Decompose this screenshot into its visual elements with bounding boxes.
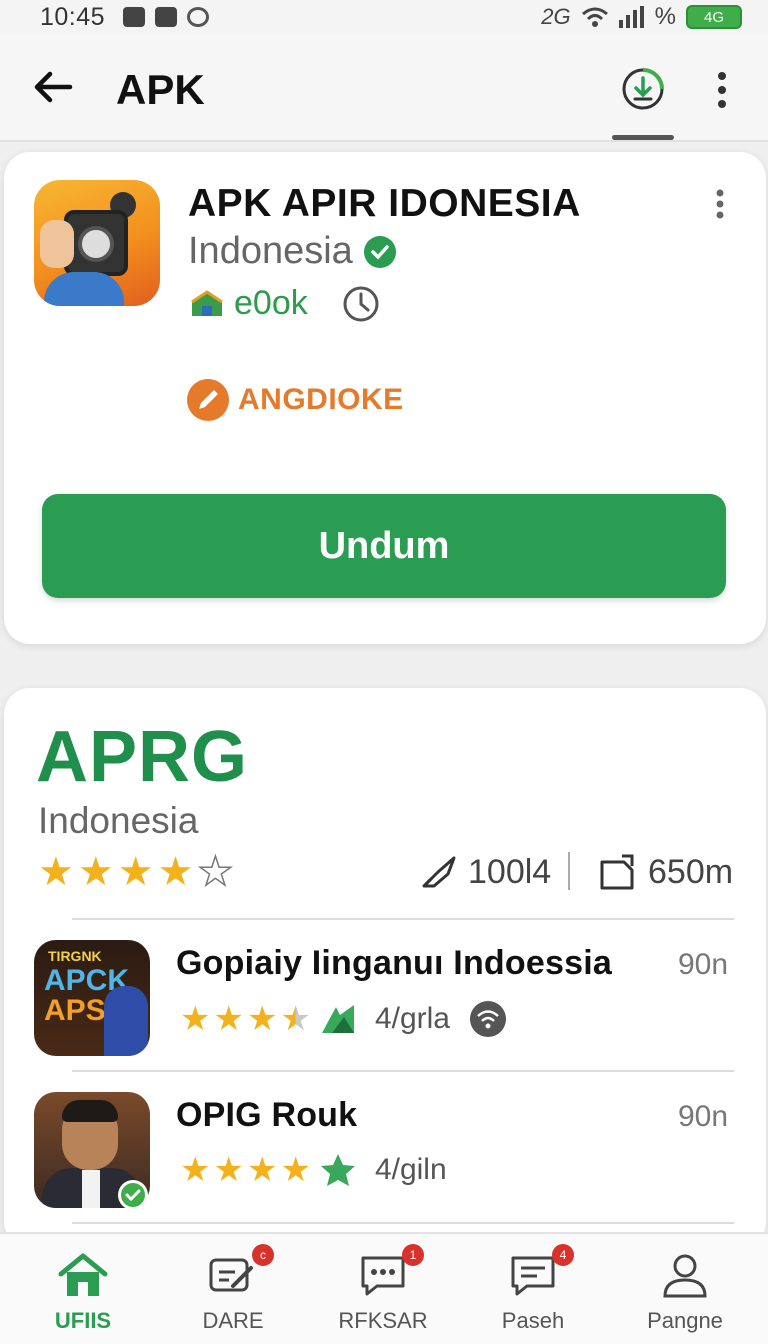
nav-badge: 4 (552, 1244, 574, 1266)
star-icon: ★ (38, 850, 74, 894)
item-size: 90n (678, 1100, 729, 1133)
rocket-icon (422, 856, 456, 888)
nav-label: Paseh (501, 1308, 565, 1333)
file-icon (600, 854, 634, 890)
item-size: 90n (678, 948, 729, 981)
logo-person (44, 272, 124, 306)
nav-label: DARE (202, 1308, 264, 1333)
star-icon: ★ (280, 1151, 311, 1189)
star-icon: ★ (213, 1000, 244, 1038)
item-rating-text: 4/grla (374, 1002, 450, 1035)
nav-item-profile[interactable]: Pangne (608, 1234, 762, 1344)
bar-chart-icon (321, 1005, 354, 1033)
section-rating: ★ ★ ★ ★ ★ (38, 850, 234, 894)
nav-badge: c (252, 1244, 274, 1266)
section-subtitle: Indonesia (38, 800, 199, 841)
divider (72, 1070, 734, 1072)
wifi-icon (469, 1001, 506, 1037)
pencil-icon (187, 379, 229, 421)
install-button[interactable]: Undum (42, 494, 726, 598)
logo-face (40, 220, 74, 268)
signal-icon (618, 6, 644, 28)
star-icon: ★ (157, 850, 194, 894)
active-indicator (612, 135, 674, 140)
thumb-text-bot: APS (44, 994, 106, 1027)
download-progress-icon[interactable] (618, 64, 668, 114)
divider (72, 918, 734, 920)
size-stat: 650m (596, 852, 733, 892)
divider (72, 1222, 734, 1224)
nav-label: UFIIS (54, 1308, 112, 1333)
bottom-navigation: UFIIS c DARE 1 RFKSAR 4 Paseh Pangne (0, 1232, 768, 1344)
app-logo[interactable] (34, 180, 160, 306)
green-star-icon (320, 1154, 355, 1186)
star-icon: ★ (77, 850, 114, 894)
nav-badge: 1 (402, 1244, 424, 1266)
image-notification-icon (123, 7, 146, 27)
back-arrow-icon[interactable] (30, 64, 76, 110)
app-developer: Indonesia (188, 230, 353, 272)
card-more-icon[interactable] (712, 188, 728, 220)
app-developer-row[interactable]: Indonesia (188, 230, 397, 273)
network-type: 2G (541, 4, 571, 29)
item-rating-text: 4/giln (374, 1153, 447, 1186)
list-item[interactable]: OPIG Rouk 90n ★ ★ ★ ★ 4/giln (4, 1092, 766, 1232)
status-right: 2G % 4G (541, 3, 742, 31)
more-options-icon[interactable] (708, 70, 736, 110)
installs-stat: 100l4 (418, 852, 551, 892)
profile-icon (663, 1254, 707, 1298)
star-empty-icon: ★ (197, 850, 234, 894)
battery-icon: 4G (686, 5, 742, 29)
star-icon: ★ (180, 1151, 211, 1189)
nav-item-rfksar[interactable]: 1 RFKSAR (306, 1234, 460, 1344)
star-half-icon: ★ (280, 1000, 311, 1038)
installs-count: 100l4 (468, 852, 552, 891)
app-notification-icon (155, 7, 178, 27)
page-title: APK (116, 66, 205, 113)
item-name: Gopiaiy Iinganuı Indoessia (176, 944, 612, 982)
star-icon: ★ (246, 1000, 278, 1038)
star-icon: ★ (213, 1151, 244, 1189)
status-bar: 10:45 2G % 4G (0, 0, 768, 34)
app-tag: e0ok (234, 284, 308, 322)
section-title: APRG (36, 717, 249, 797)
star-icon: ★ (246, 1151, 278, 1189)
clock-icon (343, 286, 379, 321)
home-icon (58, 1253, 108, 1296)
category-row[interactable]: ANGDIOKE (186, 378, 404, 422)
app-name: APK APIR IDONESIA (188, 182, 581, 225)
nav-item-home[interactable]: UFIIS (6, 1234, 160, 1344)
thumb-hair (62, 1100, 118, 1122)
nav-label: RFKSAR (338, 1308, 428, 1333)
app-bar: APK (0, 34, 768, 142)
star-icon: ★ (180, 1000, 211, 1038)
item-rating: ★ ★ ★ ★ 4/giln (180, 1152, 447, 1188)
app-list-card: APRG Indonesia ★ ★ ★ ★ ★ 100l4 650m TIRG… (4, 688, 766, 1248)
thumb-text-top: TIRGNK (48, 948, 102, 964)
nav-item-dare[interactable]: c DARE (156, 1234, 310, 1344)
notification-icons (123, 7, 210, 27)
size-value: 650m (648, 852, 734, 891)
app-tag-row: e0ok (188, 284, 380, 323)
verified-badge-icon (118, 1180, 148, 1210)
status-time: 10:45 (40, 2, 106, 31)
thumb-shirt (82, 1170, 100, 1208)
thumb-person (104, 986, 148, 1056)
app-detail-card: APK APIR IDONESIA Indonesia e0ok ANGDIOK… (4, 152, 766, 644)
verified-check-icon (363, 235, 396, 268)
house-tag-icon (191, 289, 223, 316)
logo-dial (78, 226, 114, 262)
item-rating: ★ ★ ★ ★ 4/grla (180, 1000, 507, 1038)
item-thumbnail: TIRGNK APCK APS (34, 940, 150, 1056)
nav-item-paseh[interactable]: 4 Paseh (456, 1234, 610, 1344)
globe-notification-icon (187, 7, 210, 27)
category-label: ANGDIOKE (238, 383, 404, 416)
nav-label: Pangne (647, 1308, 723, 1333)
item-name: OPIG Rouk (176, 1096, 358, 1134)
percent-sign: % (654, 3, 676, 30)
wifi-status-icon (581, 7, 608, 27)
list-item[interactable]: TIRGNK APCK APS Gopiaiy Iinganuı Indoess… (4, 940, 766, 1080)
star-icon: ★ (117, 850, 154, 894)
stat-divider (568, 852, 570, 890)
